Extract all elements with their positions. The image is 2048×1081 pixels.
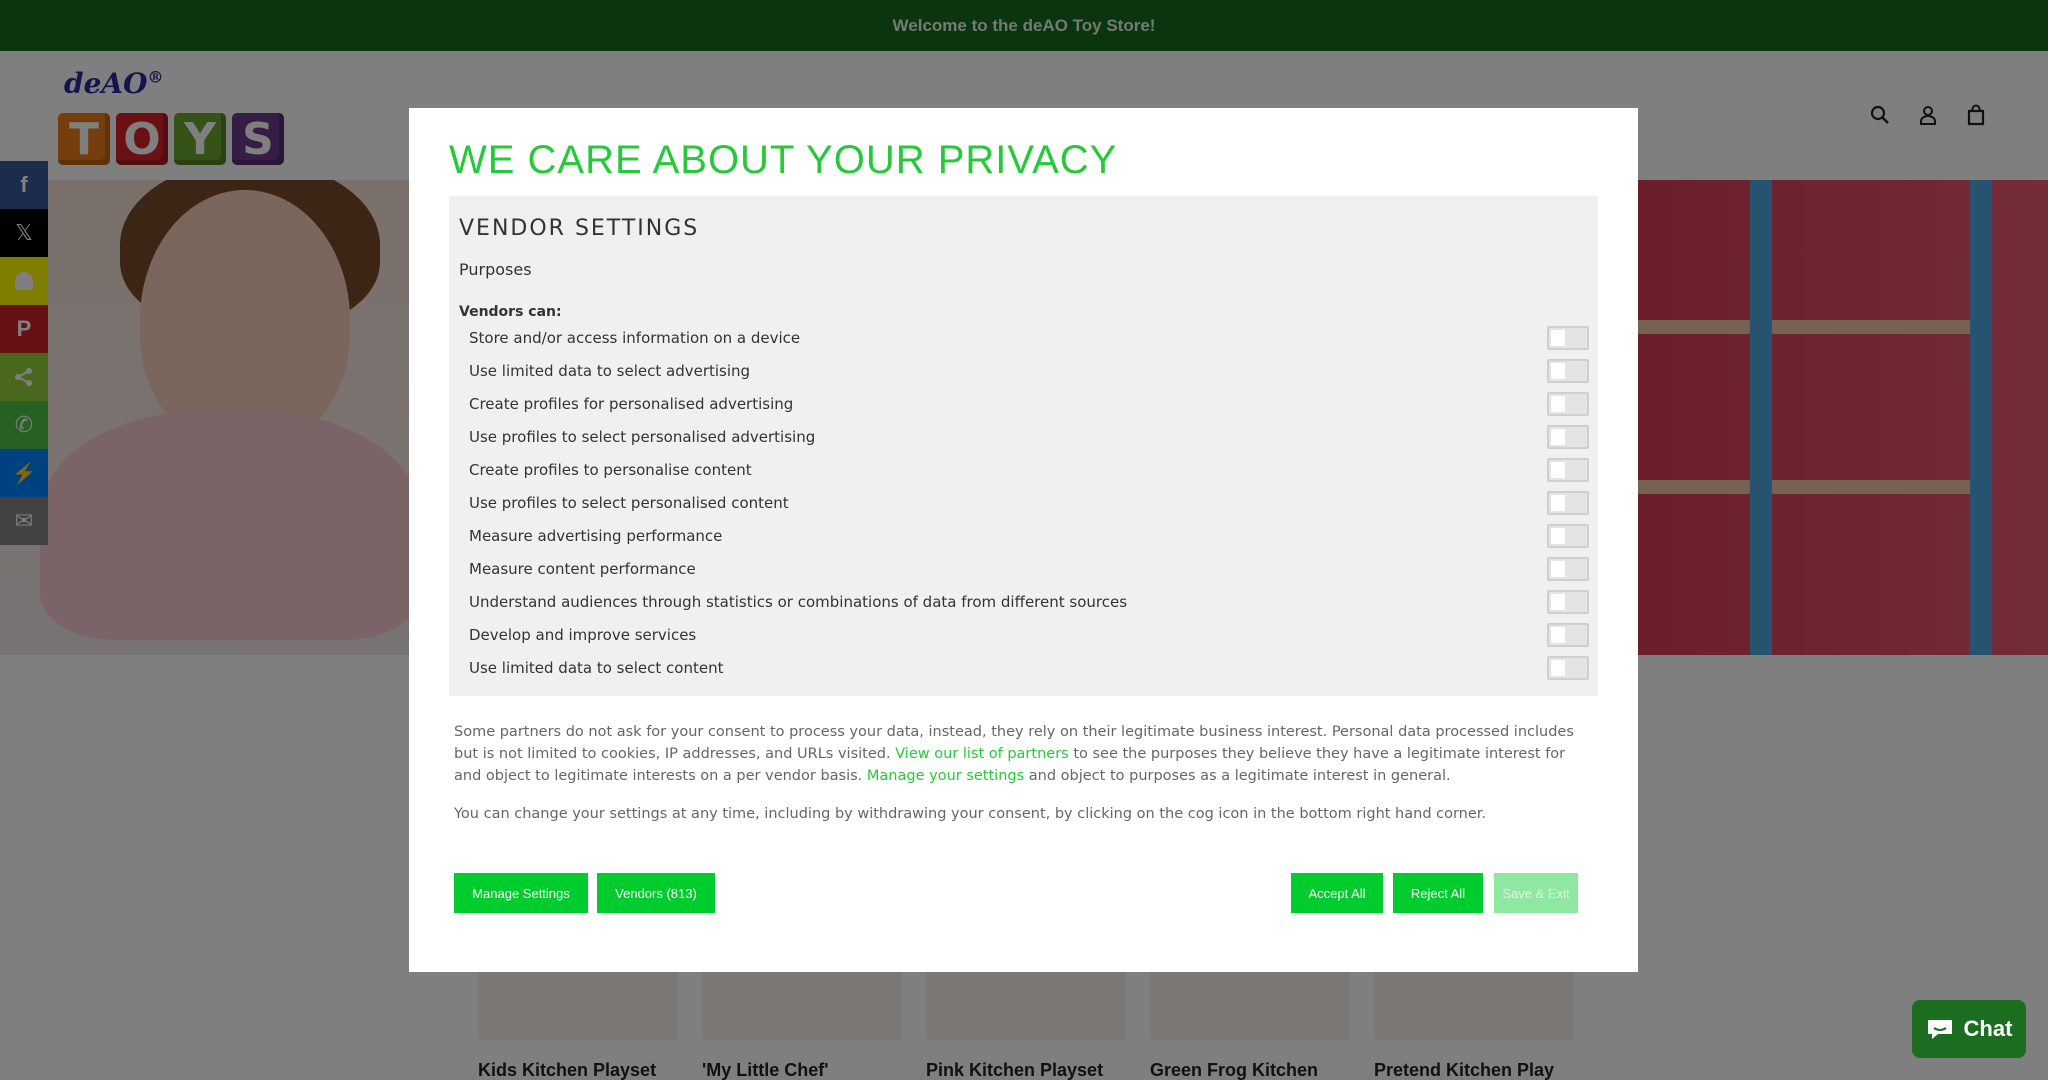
purpose-toggle[interactable] (1547, 523, 1589, 548)
purpose-row: Store and/or access information on a dev… (469, 321, 1589, 354)
chat-icon (1927, 1020, 1952, 1039)
vendors-button[interactable]: Vendors (813) (597, 873, 715, 913)
purposes-heading: Purposes (459, 260, 532, 279)
purpose-toggle[interactable] (1547, 556, 1589, 581)
purpose-label: Use limited data to select content (469, 658, 724, 677)
purpose-toggle[interactable] (1547, 622, 1589, 647)
purpose-toggle[interactable] (1547, 457, 1589, 482)
purpose-toggle[interactable] (1547, 490, 1589, 515)
info-text-3: and object to purposes as a legitimate i… (1024, 768, 1451, 784)
manage-settings-button[interactable]: Manage Settings (454, 873, 588, 913)
partners-list-link[interactable]: View our list of partners (895, 746, 1069, 762)
purpose-row: Use limited data to select content (469, 651, 1589, 684)
purpose-toggle[interactable] (1547, 391, 1589, 416)
purpose-label: Develop and improve services (469, 625, 697, 644)
purpose-label: Measure content performance (469, 559, 696, 578)
purpose-toggle[interactable] (1547, 358, 1589, 383)
vendors-can-label: Vendors can: (459, 304, 562, 320)
manage-settings-link[interactable]: Manage your settings (867, 768, 1024, 784)
purpose-label: Store and/or access information on a dev… (469, 328, 801, 347)
purpose-row: Develop and improve services (469, 618, 1589, 651)
purpose-row: Use profiles to select personalised cont… (469, 486, 1589, 519)
purpose-label: Create profiles to personalise content (469, 460, 752, 479)
reject-all-button[interactable]: Reject All (1393, 873, 1483, 913)
purpose-row: Use profiles to select personalised adve… (469, 420, 1589, 453)
accept-all-button[interactable]: Accept All (1291, 873, 1383, 913)
purpose-label: Use profiles to select personalised cont… (469, 493, 789, 512)
purpose-label: Use limited data to select advertising (469, 361, 751, 380)
save-exit-button[interactable]: Save & Exit (1494, 873, 1578, 913)
purpose-row: Measure advertising performance (469, 519, 1589, 552)
purpose-row: Understand audiences through statistics … (469, 585, 1589, 618)
purpose-row: Use limited data to select advertising (469, 354, 1589, 387)
section-title: VENDOR SETTINGS (459, 216, 700, 241)
chat-button[interactable]: Chat (1912, 1000, 2026, 1058)
purpose-label: Measure advertising performance (469, 526, 723, 545)
purpose-label: Create profiles for personalised adverti… (469, 394, 794, 413)
purpose-toggle[interactable] (1547, 325, 1589, 350)
chat-label: Chat (1963, 1016, 2013, 1041)
purpose-toggle[interactable] (1547, 589, 1589, 614)
purpose-label: Use profiles to select personalised adve… (469, 427, 816, 446)
legitimate-interest-info: Some partners do not ask for your consen… (454, 721, 1594, 787)
purpose-row: Measure content performance (469, 552, 1589, 585)
purpose-toggle[interactable] (1547, 655, 1589, 680)
purpose-label: Understand audiences through statistics … (469, 592, 1128, 611)
dialog-title: WE CARE ABOUT YOUR PRIVACY (449, 138, 1118, 182)
purpose-row: Create profiles for personalised adverti… (469, 387, 1589, 420)
change-settings-note: You can change your settings at any time… (454, 806, 1487, 822)
purpose-row: Create profiles to personalise content (469, 453, 1589, 486)
vendor-settings-panel: VENDOR SETTINGS Purposes Vendors can: St… (449, 196, 1598, 696)
purpose-toggle[interactable] (1547, 424, 1589, 449)
privacy-consent-dialog: WE CARE ABOUT YOUR PRIVACY VENDOR SETTIN… (409, 108, 1638, 972)
